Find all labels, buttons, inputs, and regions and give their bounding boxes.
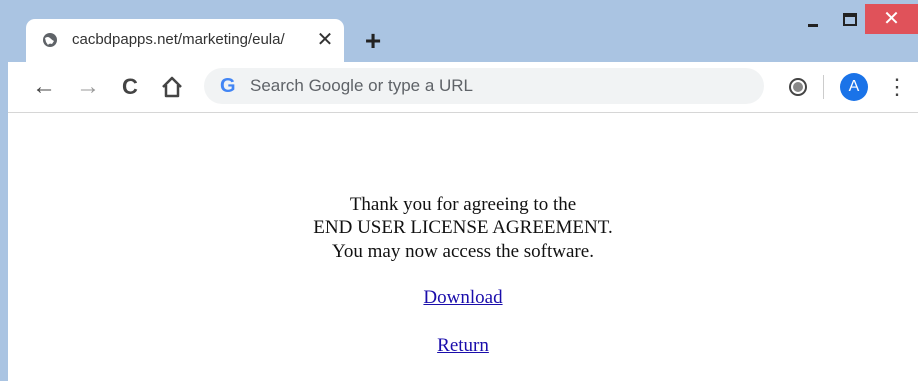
access-line: You may now access the software. (332, 241, 594, 262)
home-icon[interactable] (158, 73, 186, 101)
close-icon: ✕ (883, 8, 900, 30)
return-link[interactable]: Return (8, 335, 918, 357)
title-bar: cacbdpapps.net/marketing/eula/ ✕ + ✕ (0, 0, 918, 62)
forward-button[interactable]: → (74, 73, 102, 101)
maximize-icon[interactable] (840, 10, 860, 30)
address-bar[interactable]: G Search Google or type a URL (204, 68, 764, 104)
reload-button[interactable]: C (116, 73, 144, 101)
browser-tab[interactable]: cacbdpapps.net/marketing/eula/ ✕ (26, 19, 344, 62)
page-content: Thank you for agreeing to the END USER L… (8, 113, 918, 381)
address-placeholder: Search Google or type a URL (250, 76, 474, 95)
minimize-icon[interactable] (800, 12, 826, 32)
new-tab-button[interactable]: + (359, 27, 387, 55)
browser-toolbar: ← → C G Search Google or type a URL A ⋮ (8, 62, 918, 113)
tab-close-icon[interactable]: ✕ (314, 29, 336, 51)
google-icon: G (220, 75, 236, 97)
tab-title: cacbdpapps.net/marketing/eula/ (72, 31, 285, 48)
globe-icon (43, 33, 57, 47)
menu-icon[interactable]: ⋮ (886, 73, 908, 101)
profile-avatar[interactable]: A (840, 73, 868, 101)
download-link[interactable]: Download (8, 287, 918, 309)
eula-line: END USER LICENSE AGREEMENT. (313, 217, 613, 238)
thank-you-line: Thank you for agreeing to the (349, 194, 577, 215)
window-left-border (0, 0, 8, 381)
browser-window: cacbdpapps.net/marketing/eula/ ✕ + ✕ ← →… (0, 0, 918, 381)
extension-icon[interactable] (788, 77, 808, 97)
back-button[interactable]: ← (30, 73, 58, 101)
toolbar-separator (823, 75, 824, 99)
window-close-button[interactable]: ✕ (865, 4, 918, 34)
